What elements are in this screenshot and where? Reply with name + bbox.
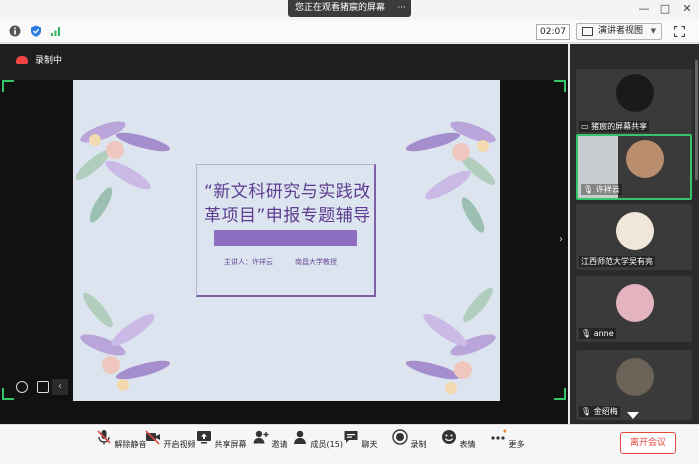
screen-share-banner[interactable]: 您正在观看猪宸的屏幕 ··· xyxy=(288,0,411,17)
participant-name: 江西师范大学吴有亮 xyxy=(579,256,655,267)
slide-affiliation: 南昌大学教授 xyxy=(295,258,337,266)
participant-tile[interactable]: 🎙 anne xyxy=(576,276,692,342)
emoji-icon xyxy=(442,430,456,444)
muted-microphone-icon xyxy=(97,430,111,445)
participant-name: 🎙 金绍梅 xyxy=(579,406,620,417)
scroll-down-arrow-icon[interactable] xyxy=(627,412,639,419)
share-screen-label: 共享屏幕 xyxy=(214,440,247,449)
share-frame-corner xyxy=(554,80,566,92)
close-button[interactable]: ✕ xyxy=(680,2,694,16)
shared-screen-stage: 录制中 “新文科研究与实践改 革项目”申报专题辅导 主讲人：许祥云 南昌大学教授… xyxy=(0,44,568,424)
meeting-info-bar: 02:07 演讲者视图 ▼ xyxy=(0,20,699,43)
participant-name: 🎙 许祥云 xyxy=(581,184,622,195)
recording-bar: 录制中 xyxy=(0,44,568,80)
chat-label: 聊天 xyxy=(361,440,378,449)
fullscreen-icon[interactable] xyxy=(674,26,685,37)
share-screen-icon xyxy=(197,431,211,444)
chat-bubble-icon[interactable] xyxy=(37,381,50,393)
record-label: 录制 xyxy=(410,440,427,449)
layout-icon xyxy=(582,27,593,36)
participant-tile[interactable]: 🎙 金绍梅 xyxy=(576,350,692,420)
collapse-panel-button[interactable]: ‹ xyxy=(52,379,68,395)
participant-tile-active-speaker[interactable]: 🎙 许祥云 xyxy=(576,134,692,200)
maximize-button[interactable]: □ xyxy=(658,2,672,16)
title-bar: 您正在观看猪宸的屏幕 ··· — □ ✕ xyxy=(0,0,699,20)
record-icon xyxy=(392,429,408,445)
slide-accent-bar xyxy=(214,230,357,246)
recording-cloud-icon xyxy=(16,56,28,64)
participant-name: ▭ 猪宸的屏幕共享 xyxy=(579,121,650,132)
add-user-icon xyxy=(253,430,269,444)
recording-status: 录制中 xyxy=(35,56,63,66)
participant-name: 🎙 anne xyxy=(579,328,616,339)
members-button[interactable]: 成员(15) xyxy=(292,429,343,450)
share-screen-button[interactable]: 共享屏幕 xyxy=(196,429,247,450)
avatar xyxy=(626,140,664,178)
next-slide-arrow-icon[interactable]: › xyxy=(559,234,563,245)
more-button[interactable]: 更多 xyxy=(490,429,525,450)
members-label: 成员(15) xyxy=(310,440,343,449)
chat-button[interactable]: 聊天 xyxy=(343,429,378,450)
invite-button[interactable]: 邀请 xyxy=(253,429,288,450)
share-banner-text: 您正在观看猪宸的屏幕 xyxy=(295,3,386,13)
share-frame-corner xyxy=(2,388,14,400)
slide-title-line-1: “新文科研究与实践改 xyxy=(204,182,371,202)
info-icon[interactable] xyxy=(9,25,21,37)
avatar xyxy=(616,74,654,112)
minimize-button[interactable]: — xyxy=(637,2,651,16)
reactions-label: 表情 xyxy=(459,440,476,449)
shield-icon[interactable] xyxy=(30,25,42,37)
more-label: 更多 xyxy=(508,440,525,449)
participant-panel: ▭ 猪宸的屏幕共享 🎙 许祥云 江西师范大学吴有亮 🎙 anne 🎙 金绍梅 xyxy=(570,44,699,424)
share-frame-corner xyxy=(2,80,14,92)
participant-tile[interactable]: ▭ 猪宸的屏幕共享 xyxy=(576,69,692,135)
chat-icon xyxy=(344,431,358,443)
members-icon xyxy=(294,430,306,444)
stage-bottom-tools xyxy=(16,378,53,397)
avatar xyxy=(616,212,654,250)
view-mode-label: 演讲者视图 xyxy=(598,26,644,36)
meeting-timer: 02:07 xyxy=(536,24,570,40)
view-mode-dropdown[interactable]: 演讲者视图 ▼ xyxy=(576,23,662,40)
avatar xyxy=(616,284,654,322)
video-off-icon xyxy=(145,430,160,445)
record-button[interactable]: 录制 xyxy=(392,429,427,450)
reactions-button[interactable]: 表情 xyxy=(441,429,476,450)
more-dots-icon xyxy=(491,429,507,440)
chevron-down-icon: ▼ xyxy=(650,27,656,35)
slide-title-line-2: 革项目”申报专题辅导 xyxy=(204,206,371,226)
participant-tile[interactable]: 江西师范大学吴有亮 xyxy=(576,204,692,270)
signal-icon[interactable] xyxy=(50,25,62,37)
slide-presenter: 主讲人：许祥云 xyxy=(224,258,273,266)
share-frame-corner xyxy=(554,388,566,400)
avatar xyxy=(616,358,654,396)
meeting-toolbar: 解除静音 开启视频 共享屏幕 邀请 成员(15) 聊天 录制 表情 更多 xyxy=(0,424,699,464)
presentation-slide: “新文科研究与实践改 革项目”申报专题辅导 主讲人：许祥云 南昌大学教授 xyxy=(73,80,500,401)
share-banner-more-icon[interactable]: ··· xyxy=(397,0,406,17)
leave-meeting-button[interactable]: 离开会议 xyxy=(620,432,676,454)
unmute-button[interactable]: 解除静音 xyxy=(96,429,147,450)
panel-scrollbar[interactable] xyxy=(695,60,698,180)
start-video-label: 开启视频 xyxy=(163,440,196,449)
invite-label: 邀请 xyxy=(271,440,288,449)
emoji-icon[interactable] xyxy=(16,381,28,393)
unmute-label: 解除静音 xyxy=(114,440,147,449)
start-video-button[interactable]: 开启视频 xyxy=(145,429,196,450)
meeting-window: 您正在观看猪宸的屏幕 ··· — □ ✕ 02:07 演讲者视图 ▼ 录制中 “… xyxy=(0,0,699,464)
